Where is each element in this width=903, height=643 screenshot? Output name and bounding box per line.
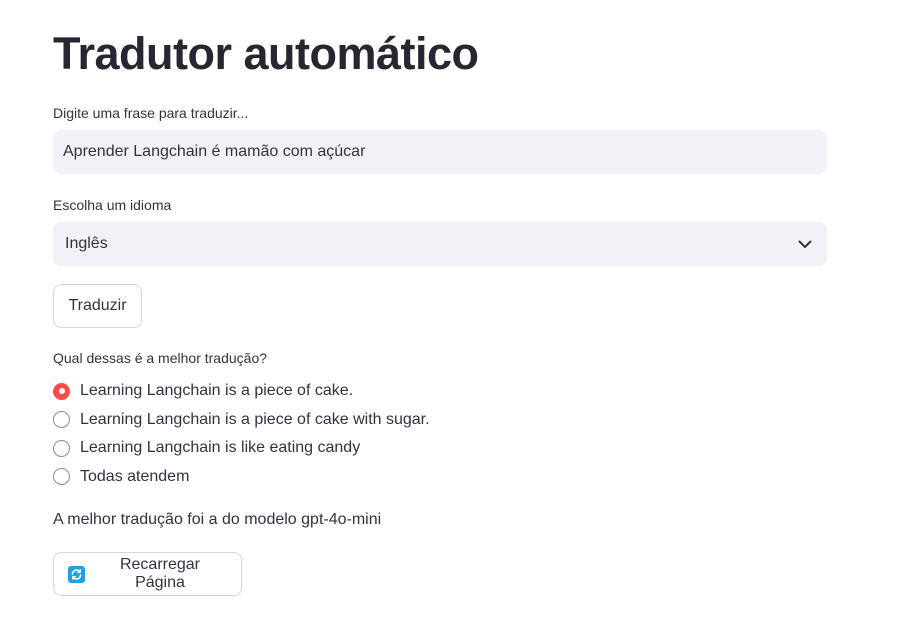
radio-option-label: Todas atendem	[80, 467, 190, 485]
app-main: Tradutor automático Digite uma frase par…	[0, 0, 903, 643]
language-select[interactable]: Inglês	[53, 222, 827, 266]
phrase-input-label: Digite uma frase para traduzir...	[53, 105, 249, 121]
language-select-label: Escolha um idioma	[53, 197, 172, 213]
radio-option-label: Learning Langchain is a piece of cake wi…	[80, 410, 430, 428]
language-selected-value: Inglês	[65, 235, 108, 252]
radio-button-selected[interactable]	[53, 382, 70, 400]
radio-option-4[interactable]: Todas atendem	[53, 467, 430, 488]
chevron-down-icon	[797, 236, 813, 252]
translation-radio-group: Learning Langchain is a piece of cake. L…	[53, 381, 430, 487]
reload-icon	[68, 565, 85, 583]
radio-button[interactable]	[53, 439, 70, 457]
question-label: Qual dessas é a melhor tradução?	[53, 350, 268, 366]
reload-page-button[interactable]: Recarregar Página	[53, 552, 242, 596]
radio-option-label: Learning Langchain is a piece of cake.	[80, 382, 354, 400]
reload-button-label: Recarregar Página	[119, 556, 200, 591]
radio-option-2[interactable]: Learning Langchain is a piece of cake wi…	[53, 410, 430, 431]
radio-option-label: Learning Langchain is like eating candy	[80, 439, 361, 457]
radio-button[interactable]	[53, 468, 70, 486]
radio-button[interactable]	[53, 411, 70, 429]
phrase-input[interactable]	[53, 130, 827, 174]
radio-option-3[interactable]: Learning Langchain is like eating candy	[53, 438, 430, 459]
result-text: A melhor tradução foi a do modelo gpt-4o…	[53, 511, 382, 528]
radio-option-1[interactable]: Learning Langchain is a piece of cake.	[53, 381, 430, 402]
page-title: Tradutor automático	[53, 28, 479, 79]
translate-button[interactable]: Traduzir	[53, 284, 142, 328]
